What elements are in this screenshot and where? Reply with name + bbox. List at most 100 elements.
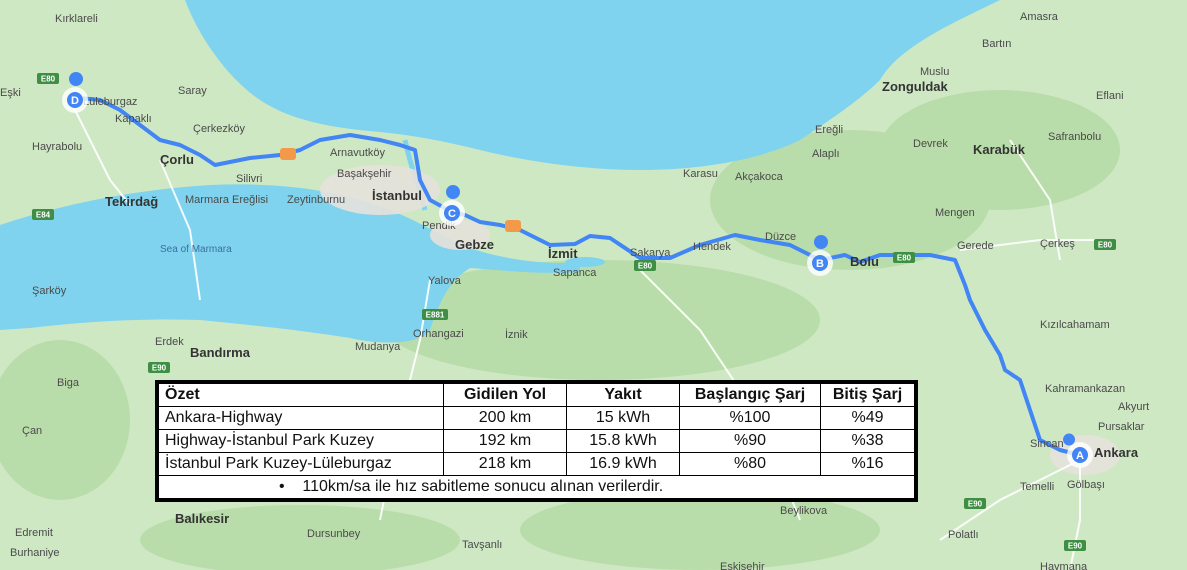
label-alapli: Alaplı [812,148,840,160]
label-tekirdag: Tekirdağ [105,194,158,209]
label-iznik: İznik [505,328,528,341]
label-akcakoca: Akçakoca [735,171,784,183]
label-sakarya: Sakarya [630,247,671,259]
cell-energy: 15 kWh [566,406,680,430]
label-sapanca: Sapanca [553,267,597,279]
cell-segment: Ankara-Highway [158,406,444,430]
cell-distance: 218 km [443,452,567,476]
ev-charger-icon [69,72,83,86]
label-kahramankazan: Kahramankazan [1045,383,1125,395]
label-erdek: Erdek [155,336,184,348]
label-karabuk: Karabük [973,142,1026,157]
shield-e90-ankara: E90 [1064,540,1086,551]
label-eskisehir: Eskişehir [720,561,765,570]
label-cerkezkoy: Çerkezköy [193,123,245,135]
note-bullet: • [279,478,285,495]
header-ozet: Özet [158,383,444,407]
cell-segment: Highway-İstanbul Park Kuzey [158,429,444,453]
label-yalova: Yalova [428,275,462,287]
svg-text:E881: E881 [426,311,445,320]
cell-distance: 200 km [443,406,567,430]
label-mudanya: Mudanya [355,341,401,353]
label-beylikova: Beylikova [780,505,828,517]
label-hayrabolu: Hayrabolu [32,141,82,153]
svg-text:D: D [71,95,79,107]
note-cell: • 110km/sa ile hız sabitleme sonucu alın… [158,475,915,499]
cell-energy: 16.9 kWh [566,452,680,476]
label-balikesir: Balıkesir [175,511,229,526]
label-eregli: Ereğli [815,124,843,136]
table-row: İstanbul Park Kuzey-Lüleburgaz 218 km 16… [158,452,915,476]
shield-e80-west: E80 [37,73,59,84]
label-istanbul: İstanbul [372,188,422,203]
cell-energy: 15.8 kWh [566,429,680,453]
svg-text:E84: E84 [36,211,51,220]
label-karasu: Karasu [683,168,718,180]
svg-text:E90: E90 [1068,542,1083,551]
shield-e881: E881 [422,309,448,320]
svg-text:A: A [1076,450,1084,462]
header-baslangic-sarj: Başlangıç Şarj [679,383,821,407]
label-corlu: Çorlu [160,152,194,167]
svg-text:E90: E90 [152,364,167,373]
label-bandirma: Bandırma [190,345,251,360]
label-kapakli: Kapaklı [115,113,152,125]
cell-start-charge: %80 [679,452,821,476]
ev-charger-icon [446,185,460,199]
label-bolu: Bolu [850,254,879,269]
shield-e80-bolu: E80 [893,252,915,263]
cell-end-charge: %49 [820,406,915,430]
label-hendek: Hendek [693,241,731,253]
cell-start-charge: %90 [679,429,821,453]
label-eflani: Eflani [1096,90,1124,102]
label-haymana: Haymana [1040,561,1088,570]
svg-text:E80: E80 [41,75,56,84]
cell-end-charge: %38 [820,429,915,453]
label-zonguldak: Zonguldak [882,79,948,94]
label-mengen: Mengen [935,207,975,219]
ev-charger-icon [1063,433,1075,446]
svg-text:E90: E90 [968,500,983,509]
label-biga: Biga [57,377,80,389]
label-ankara: Ankara [1094,445,1139,460]
label-tavsanli: Tavşanlı [462,539,502,551]
cell-end-charge: %16 [820,452,915,476]
label-silivri: Silivri [236,173,262,185]
note-text: 110km/sa ile hız sabitleme sonucu alınan… [302,478,664,495]
label-gebze: Gebze [455,237,494,252]
label-basaksehir: Başakşehir [337,168,392,180]
label-sincan: Sincan [1030,438,1064,450]
label-akyurt: Akyurt [1118,401,1149,413]
header-bitis-sarj: Bitiş Şarj [820,383,915,407]
label-muslu: Muslu [920,66,949,78]
label-edremit: Edremit [15,527,53,539]
label-sea-of-marmara: Sea of Marmara [160,244,232,255]
label-saray: Saray [178,85,207,97]
header-gidilen-yol: Gidilen Yol [443,383,567,407]
label-kirklareli: Kırklareli [55,13,98,25]
label-golbasi: Gölbaşı [1067,479,1105,491]
label-gerede: Gerede [957,240,994,252]
svg-text:E80: E80 [897,254,912,263]
table-row: Ankara-Highway 200 km 15 kWh %100 %49 [158,406,915,430]
label-zeytinburnu: Zeytinburnu [287,194,345,206]
label-pursaklar: Pursaklar [1098,421,1145,433]
label-eski: Eşki [0,87,21,99]
summary-table-panel: Özet Gidilen Yol Yakıt Başlangıç Şarj Bi… [155,380,918,502]
label-safranbolu: Safranbolu [1048,131,1101,143]
label-cerkes: Çerkeş [1040,238,1075,250]
label-bartin: Bartın [982,38,1011,50]
label-orhangazi: Orhangazi [413,328,464,340]
svg-text:C: C [448,208,456,220]
shield-e84: E84 [32,209,54,220]
label-temelli: Temelli [1020,481,1054,493]
svg-text:B: B [816,258,824,270]
note-row: • 110km/sa ile hız sabitleme sonucu alın… [158,475,915,499]
label-luleburgaz: Lüleburgaz [83,96,137,108]
label-dursunbey: Dursunbey [307,528,361,540]
label-devrek: Devrek [913,138,948,150]
header-yakit: Yakıt [566,383,680,407]
ev-charger-icon [814,235,828,249]
shield-e80-cerkes: E80 [1094,239,1116,250]
label-duzce: Düzce [765,231,796,243]
